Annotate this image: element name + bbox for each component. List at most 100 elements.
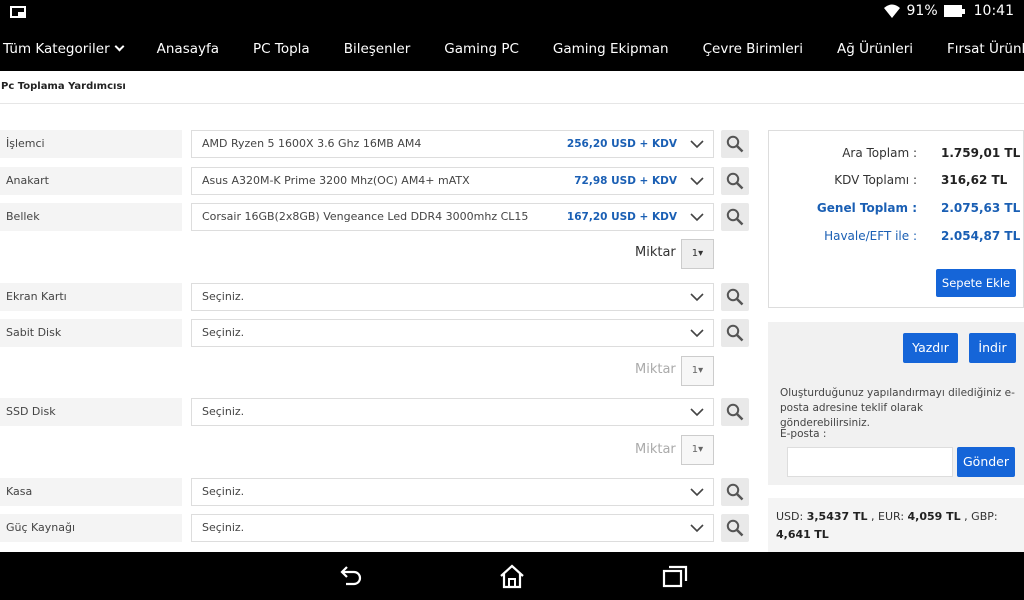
nav-gaming-pc[interactable]: Gaming PC <box>427 41 536 57</box>
subtotal-value: 1.759,01 TL <box>941 146 1021 160</box>
battery-icon <box>943 5 965 17</box>
chevron-down-icon <box>114 41 125 51</box>
label-ssd: SSD Disk <box>0 398 182 426</box>
gbp-rate: 4,641 <box>776 528 811 541</box>
search-icon <box>726 324 744 342</box>
select-psu[interactable]: Seçiniz. <box>191 514 714 542</box>
select-value: Seçiniz. <box>202 326 245 339</box>
label-hdd: Sabit Disk <box>0 319 182 347</box>
email-input[interactable] <box>787 447 953 477</box>
battery-percent: 91% <box>906 3 938 19</box>
search-memory-button[interactable] <box>721 203 749 231</box>
select-memory[interactable]: Corsair 16GB(2x8GB) Vengeance Led DDR4 3… <box>191 203 714 231</box>
grand-total-label: Genel Toplam : <box>816 201 917 215</box>
clock: 10:41 <box>973 3 1014 19</box>
memory-quantity-select[interactable]: 1▾ <box>681 239 714 269</box>
nav-gaming-gear[interactable]: Gaming Ekipman <box>536 41 686 57</box>
page-title: Pc Toplama Yardımcısı <box>1 81 126 92</box>
price-motherboard: 72,98 USD + KDV <box>574 175 677 187</box>
label-cpu: İşlemci <box>0 130 182 158</box>
label-case: Kasa <box>0 478 182 506</box>
label-gpu: Ekran Kartı <box>0 283 182 311</box>
search-motherboard-button[interactable] <box>721 167 749 195</box>
search-icon <box>726 135 744 153</box>
select-ssd[interactable]: Seçiniz. <box>191 398 714 426</box>
search-gpu-button[interactable] <box>721 283 749 311</box>
select-value: AMD Ryzen 5 1600X 3.6 Ghz 16MB AM4 <box>202 137 422 150</box>
add-to-cart-button[interactable]: Sepete Ekle <box>936 269 1016 297</box>
select-value: Asus A320M-K Prime 3200 Mhz(OC) AM4+ mAT… <box>202 174 470 187</box>
select-value: Seçiniz. <box>202 485 245 498</box>
eur-rate: 4,059 TL <box>907 510 961 523</box>
gbp-label: , GBP: <box>964 510 998 523</box>
search-case-button[interactable] <box>721 478 749 506</box>
vat-label: KDV Toplamı : <box>834 173 917 187</box>
eft-value: 2.054,87 TL <box>941 229 1021 243</box>
search-psu-button[interactable] <box>721 514 749 542</box>
label-memory: Bellek <box>0 203 182 231</box>
nav-network[interactable]: Ağ Ürünleri <box>820 41 930 57</box>
memory-quantity-label: Miktar : <box>635 245 685 260</box>
usd-rate: 3,5437 TL <box>806 510 868 523</box>
select-case[interactable]: Seçiniz. <box>191 478 714 506</box>
chevron-down-icon <box>690 524 704 533</box>
nav-pc-build[interactable]: PC Topla <box>236 41 327 57</box>
hdd-quantity-select[interactable]: 1▾ <box>681 356 714 386</box>
system-nav-bar <box>0 552 1024 600</box>
nav-deals[interactable]: Fırsat Ürünleri <box>930 41 1024 57</box>
nav-label: Tüm Kategoriler <box>3 40 110 57</box>
grand-total-value: 2.075,63 TL <box>941 201 1021 215</box>
eft-label: Havale/EFT ile : <box>824 229 917 243</box>
totals-panel: Ara Toplam : 1.759,01 TL KDV Toplamı : 3… <box>768 130 1024 308</box>
select-cpu[interactable]: AMD Ryzen 5 1600X 3.6 Ghz 16MB AM4 256,2… <box>191 130 714 158</box>
actions-panel: Yazdır İndir Oluşturduğunuz yapılandırma… <box>768 322 1024 485</box>
status-right: 91% 10:41 <box>883 3 1014 19</box>
wifi-icon <box>883 4 900 18</box>
search-icon <box>726 519 744 537</box>
search-icon <box>726 172 744 190</box>
email-info-text: Oluşturduğunuz yapılandırmayı dilediğini… <box>780 387 1015 429</box>
search-icon <box>726 208 744 226</box>
currency-rates: USD: 3,5437 TL , EUR: 4,059 TL , GBP: 4,… <box>768 498 1024 552</box>
select-hdd[interactable]: Seçiniz. <box>191 319 714 347</box>
select-motherboard[interactable]: Asus A320M-K Prime 3200 Mhz(OC) AM4+ mAT… <box>191 167 714 195</box>
label-motherboard: Anakart <box>0 167 182 195</box>
usd-label: USD: <box>776 510 804 523</box>
ssd-quantity-label: Miktar : <box>635 442 685 457</box>
chevron-down-icon <box>690 329 704 338</box>
select-value: Corsair 16GB(2x8GB) Vengeance Led DDR4 3… <box>202 210 529 223</box>
main-nav: Tüm Kategoriler Anasayfa PC Topla Bileşe… <box>0 26 1024 71</box>
search-icon <box>726 483 744 501</box>
hdd-quantity-label: Miktar : <box>635 362 685 377</box>
gbp-unit: TL <box>814 528 829 541</box>
chevron-down-icon <box>690 140 704 149</box>
chevron-down-icon <box>690 293 704 302</box>
screenshot-notification-icon <box>10 6 26 18</box>
search-cpu-button[interactable] <box>721 130 749 158</box>
nav-components[interactable]: Bileşenler <box>327 41 428 57</box>
subtotal-label: Ara Toplam : <box>842 146 917 160</box>
search-hdd-button[interactable] <box>721 319 749 347</box>
select-gpu[interactable]: Seçiniz. <box>191 283 714 311</box>
select-value: Seçiniz. <box>202 405 245 418</box>
email-label: E-posta : <box>780 428 827 440</box>
back-icon[interactable] <box>337 563 363 589</box>
ssd-quantity-select[interactable]: 1▾ <box>681 435 714 465</box>
divider <box>0 103 1024 104</box>
label-psu: Güç Kaynağı <box>0 514 182 542</box>
search-ssd-button[interactable] <box>721 398 749 426</box>
select-value: Seçiniz. <box>202 521 245 534</box>
send-button[interactable]: Gönder <box>957 447 1015 477</box>
chevron-down-icon <box>690 213 704 222</box>
print-button[interactable]: Yazdır <box>903 333 958 363</box>
download-button[interactable]: İndir <box>969 333 1016 363</box>
search-icon <box>726 403 744 421</box>
nav-home[interactable]: Anasayfa <box>140 41 236 57</box>
select-value: Seçiniz. <box>202 290 245 303</box>
recent-apps-icon[interactable] <box>661 563 689 589</box>
nav-all-categories[interactable]: Tüm Kategoriler <box>0 41 140 57</box>
status-bar: 91% 10:41 <box>0 0 1024 26</box>
nav-peripherals[interactable]: Çevre Birimleri <box>686 41 820 57</box>
price-cpu: 256,20 USD + KDV <box>566 138 677 150</box>
home-icon[interactable] <box>498 563 526 589</box>
